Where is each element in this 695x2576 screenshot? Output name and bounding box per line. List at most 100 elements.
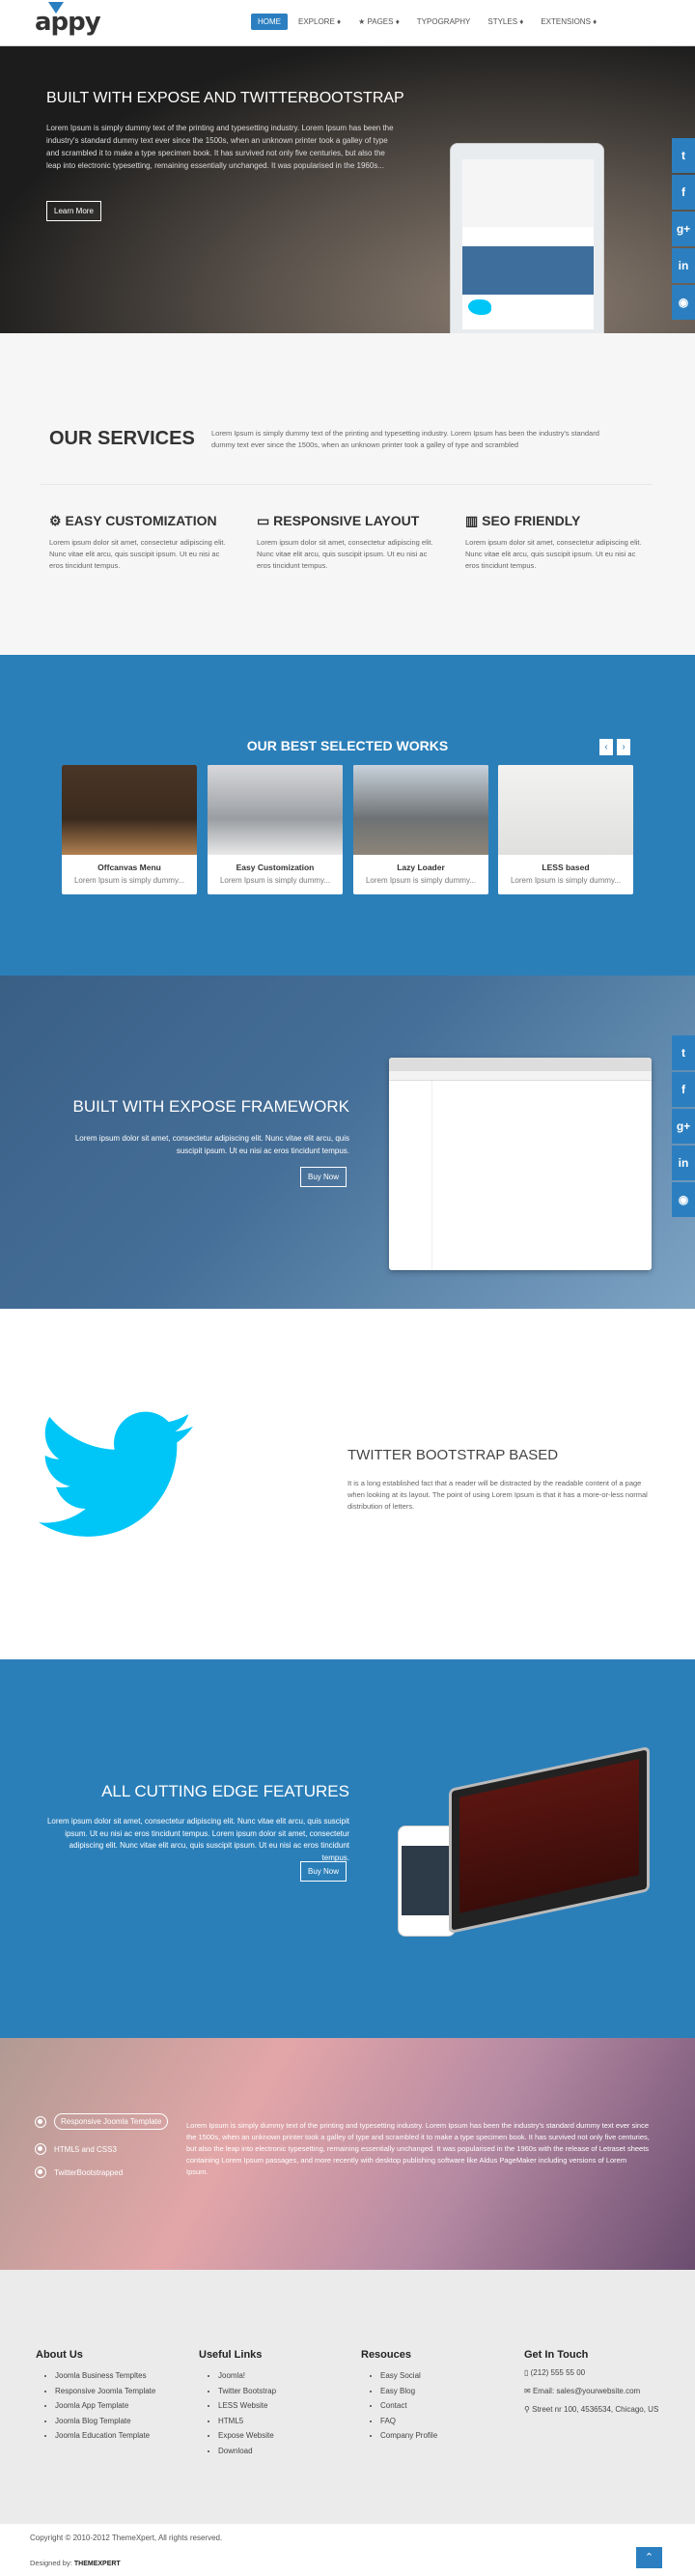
feature-item[interactable]: TwitterBootstrapped [35,2166,123,2178]
work-image [208,765,343,855]
work-title: LESS based [542,863,590,872]
hero-title: BUILT WITH EXPOSE AND TWITTERBOOTSTRAP [46,90,404,106]
work-title: Offcanvas Menu [97,863,161,872]
work-card[interactable]: Offcanvas Menu Lorem Ipsum is simply dumm… [62,765,197,894]
highlights-text: Lorem Ipsum is simply dummy text of the … [186,2121,650,2176]
footer-link[interactable]: Easy Blog [380,2384,437,2399]
work-card[interactable]: Easy Customization Lorem Ipsum is simply … [208,765,343,894]
service-item: ▥ SEO FRIENDLY Lorem ipsum dolor sit ame… [465,513,649,572]
footer-heading: About Us [36,2349,83,2361]
service-title: RESPONSIVE LAYOUT [273,513,420,528]
feature-item-active[interactable]: Responsive Joomla Template [35,2113,169,2130]
linkedin-icon[interactable]: in [672,1146,695,1180]
footer-link[interactable]: Twitter Bootstrap [218,2384,276,2399]
site-logo[interactable]: appy [35,8,101,37]
radio-dot-icon [35,2115,46,2128]
learn-more-button[interactable]: Learn More [46,201,101,221]
nav-styles[interactable]: STYLES ♦ [481,14,530,30]
service-title: SEO FRIENDLY [482,513,581,528]
footer-about: About Us Joomla Business Templtes Respon… [36,2349,155,2444]
google-plus-icon[interactable]: g+ [672,1109,695,1144]
footer-link[interactable]: Download [218,2444,276,2459]
divider [41,484,653,485]
footer-heading: Useful Links [199,2349,263,2361]
carousel-prev-button[interactable]: ‹ [599,739,613,755]
cutting-text: Lorem ipsum dolor sit amet, consectetur … [46,1817,349,1862]
cogs-icon: ⚙ [49,513,62,528]
nav-explore[interactable]: EXPLORE ♦ [292,14,348,30]
site-header: appy HOME EXPLORE ♦ ★ PAGES ♦ TYPOGRAPHY… [0,0,695,46]
work-card[interactable]: Lazy Loader Lorem Ipsum is simply dummy..… [353,765,488,894]
service-item: ⚙ EASY CUSTOMIZATION Lorem ipsum dolor s… [49,513,233,572]
service-title: EASY CUSTOMIZATION [65,513,217,528]
works-title: OUR BEST SELECTED WORKS [246,738,449,753]
work-text: Lorem Ipsum is simply dummy... [510,876,622,885]
hero-text: Lorem Ipsum is simply dummy text of the … [46,124,394,170]
contact-phone: (212) 555 55 00 [530,2368,586,2377]
footer-heading: Resouces [361,2349,411,2361]
service-text: Lorem ipsum dolor sit amet, consectetur … [49,538,226,570]
footer-link[interactable]: Responsive Joomla Template [55,2384,155,2399]
scroll-to-top-button[interactable]: ⌃ [636,2547,662,2568]
footer-link[interactable]: LESS Website [218,2398,276,2414]
themexpert-logo[interactable]: THEMEXPERT [74,2561,121,2567]
desktop-icon: ▭ [257,513,270,528]
footer-link[interactable]: Expose Website [218,2428,276,2444]
facebook-icon[interactable]: f [672,175,695,210]
nav-typography[interactable]: TYPOGRAPHY [410,14,478,30]
footer-link[interactable]: Joomla Business Templtes [55,2368,155,2384]
footer-link[interactable]: Joomla Blog Template [55,2414,155,2429]
services-intro: Lorem Ipsum is simply dummy text of the … [211,429,599,449]
designed-by-label: Designed by: [30,2559,72,2567]
nav-extensions[interactable]: EXTENSIONS ♦ [534,14,603,30]
feature-label: Responsive Joomla Template [54,2113,169,2130]
linkedin-icon[interactable]: in [672,248,695,283]
expose-title: BUILT WITH EXPOSE FRAMEWORK [72,1097,349,1116]
twitter-title: TWITTER BOOTSTRAP BASED [348,1447,559,1463]
footer-link[interactable]: HTML5 [218,2414,276,2429]
feature-label: HTML5 and CSS3 [54,2144,117,2154]
buy-now-button[interactable]: Buy Now [300,1167,348,1187]
google-plus-icon[interactable]: g+ [672,212,695,246]
footer-useful-links: Useful Links Joomla! Twitter Bootstrap L… [199,2349,276,2458]
facebook-icon[interactable]: f [672,1072,695,1107]
footer-link[interactable]: Contact [380,2398,437,2414]
rss-icon[interactable]: ◉ [672,285,695,320]
social-sidebar: t f g+ in ◉ [672,1035,695,1219]
footer-link[interactable]: Joomla! [218,2368,276,2384]
footer-link[interactable]: Company Profile [380,2428,437,2444]
radio-dot-icon [35,2166,46,2178]
bottom-bar: Copyright © 2010-2012 ThemeXpert, All ri… [0,2524,695,2576]
radio-dot-icon [35,2143,46,2155]
footer-link[interactable]: FAQ [380,2414,437,2429]
hero-section: BUILT WITH EXPOSE AND TWITTERBOOTSTRAP L… [0,46,695,344]
work-image [353,765,488,855]
footer-heading: Get In Touch [524,2349,589,2361]
twitter-bird-icon [39,1411,193,1537]
chevron-up-icon: ⌃ [644,2552,654,2563]
carousel-next-button[interactable]: › [617,739,630,755]
rss-icon[interactable]: ◉ [672,1182,695,1217]
phone-mockup-image [398,1826,456,1937]
copyright-text: Copyright © 2010-2012 ThemeXpert, All ri… [30,2534,223,2542]
buy-now-button[interactable]: Buy Now [300,1861,348,1882]
phone-icon: ▯ [524,2368,531,2377]
nav-home[interactable]: HOME [251,14,288,30]
footer-link[interactable]: Joomla Education Template [55,2428,155,2444]
nav-pages[interactable]: ★ PAGES ♦ [351,14,406,30]
map-marker-icon: ⚲ [524,2405,533,2414]
twitter-text: It is a long established fact that a rea… [348,1479,648,1511]
feature-item[interactable]: HTML5 and CSS3 [35,2143,117,2155]
service-text: Lorem ipsum dolor sit amet, consectetur … [257,538,433,570]
service-item: ▭ RESPONSIVE LAYOUT Lorem ipsum dolor si… [257,513,440,572]
contact-email[interactable]: Email: sales@yourwebsite.com [533,2387,640,2395]
footer-link[interactable]: Easy Social [380,2368,437,2384]
contact-address: Street nr 100, 4536534, Chicago, US [532,2405,659,2414]
main-nav: HOME EXPLORE ♦ ★ PAGES ♦ TYPOGRAPHY STYL… [251,14,607,30]
bar-chart-icon: ▥ [465,513,479,528]
work-card[interactable]: LESS based Lorem Ipsum is simply dummy... [498,765,633,894]
footer-link[interactable]: Joomla App Template [55,2398,155,2414]
services-title: OUR SERVICES [49,428,195,449]
twitter-icon[interactable]: t [672,1035,695,1070]
twitter-icon[interactable]: t [672,138,695,173]
